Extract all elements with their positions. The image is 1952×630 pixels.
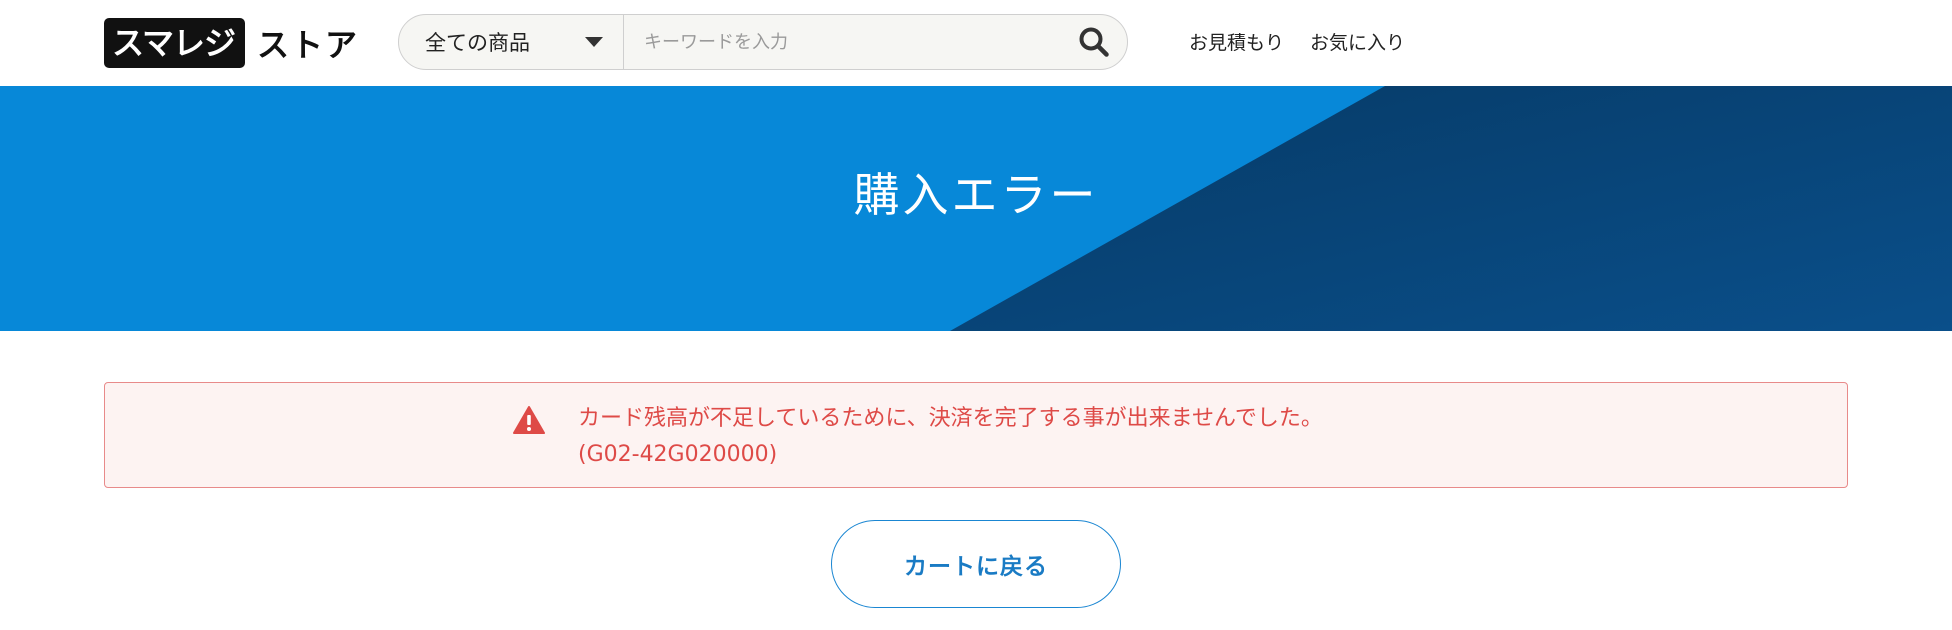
- error-code: (G02-42G020000): [578, 442, 778, 467]
- error-message: カード残高が不足しているために、決済を完了する事が出来ませんでした。 (G02-…: [578, 401, 1323, 473]
- search-input[interactable]: [624, 15, 1061, 69]
- error-alert: カード残高が不足しているために、決済を完了する事が出来ませんでした。 (G02-…: [104, 382, 1848, 488]
- category-select[interactable]: 全ての商品: [399, 15, 624, 69]
- category-select-value: 全ての商品: [425, 31, 530, 55]
- store-logo[interactable]: スマレジ ストア: [104, 18, 359, 68]
- warning-icon: [513, 406, 545, 434]
- search-bar: 全ての商品: [398, 14, 1128, 70]
- logo-box: スマレジ: [104, 18, 246, 68]
- site-header: スマレジ ストア 全ての商品 お見積もり お気に入り: [0, 0, 1952, 86]
- back-to-cart-button[interactable]: カートに戻る: [831, 520, 1121, 608]
- nav-quote-link[interactable]: お見積もり: [1189, 28, 1284, 55]
- hero-banner: 購入エラー: [0, 86, 1952, 331]
- caret-down-icon: [585, 37, 603, 47]
- logo-text: ストア: [257, 26, 360, 64]
- search-button[interactable]: [1061, 15, 1127, 69]
- search-icon: [1079, 27, 1109, 57]
- nav-favorites-link[interactable]: お気に入り: [1310, 28, 1405, 55]
- error-message-text: カード残高が不足しているために、決済を完了する事が出来ませんでした。: [578, 406, 1323, 431]
- page-title: 購入エラー: [853, 168, 1099, 222]
- header-nav: お見積もり お気に入り: [1189, 28, 1405, 55]
